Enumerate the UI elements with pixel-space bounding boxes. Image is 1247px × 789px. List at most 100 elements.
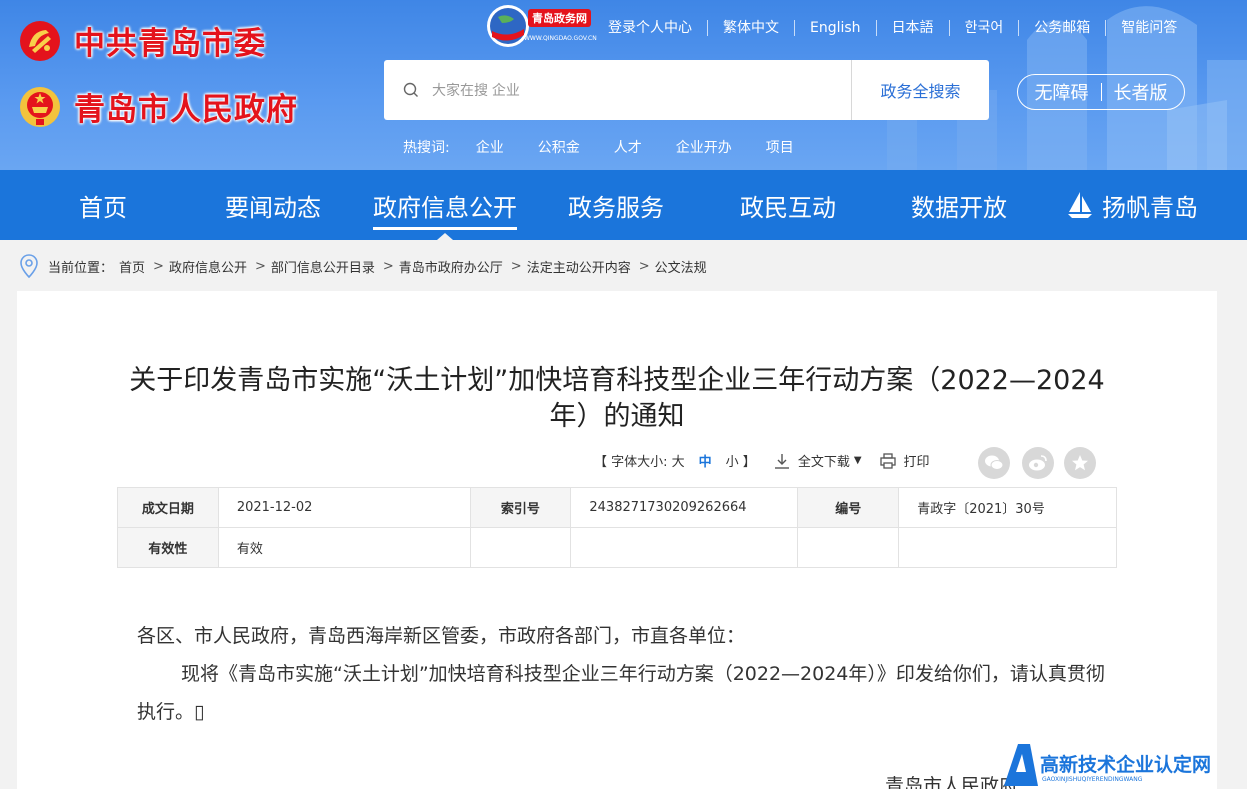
meta-value-index: 2438271730209262664 xyxy=(570,487,799,528)
japanese-link[interactable]: 日本語 xyxy=(875,20,949,36)
breadcrumb-item[interactable]: 法定主动公开内容 xyxy=(527,257,631,276)
nav-item-home[interactable]: 首页 xyxy=(79,170,127,240)
party-committee-title: 中共青岛市委 xyxy=(74,26,266,62)
barrier-free-button[interactable]: 无障碍 xyxy=(1035,79,1089,105)
watermark: 高新技术企业认定网 GAOXINJISHUQIYERENDINGWANG xyxy=(1000,740,1247,789)
meta-label: 编号 xyxy=(797,487,900,528)
city-government-title: 青岛市人民政府 xyxy=(74,92,298,128)
download-icon xyxy=(774,453,789,469)
meta-label: 成文日期 xyxy=(117,487,219,528)
search-button[interactable]: 政务全搜索 xyxy=(851,60,989,120)
nav-item-open-data[interactable]: 数据开放 xyxy=(911,170,1007,240)
nav-item-gov-info[interactable]: 政府信息公开 xyxy=(373,170,517,240)
search-input[interactable] xyxy=(432,76,832,104)
watermark-subtext: GAOXINJISHUQIYERENDINGWANG xyxy=(1042,776,1143,783)
breadcrumb-item[interactable]: 首页 xyxy=(119,257,145,276)
caret-down-icon: ▼ xyxy=(853,455,862,466)
watermark-logo-icon xyxy=(1004,744,1038,786)
document-meta-table: 成文日期 2021-12-02 索引号 2438271730209262664 … xyxy=(117,487,1117,568)
site-logo-url: WWW.QINGDAO.GOV.CN xyxy=(524,35,597,42)
hot-search-item[interactable]: 公积金 xyxy=(538,137,580,157)
table-row: 成文日期 2021-12-02 索引号 2438271730209262664 … xyxy=(117,487,1117,528)
search-box: 政务全搜索 xyxy=(384,60,989,120)
accessibility-pill: 无障碍 长者版 xyxy=(1017,74,1185,110)
location-pin-icon xyxy=(20,254,38,279)
smart-qa-link[interactable]: 智能问答 xyxy=(1105,20,1192,36)
english-link[interactable]: English xyxy=(794,20,876,36)
download-button[interactable]: 全文下载 ▼ xyxy=(774,451,862,470)
national-emblem-icon xyxy=(20,86,60,127)
breadcrumb-separator: > xyxy=(638,258,650,274)
government-brand[interactable]: 青岛市人民政府 xyxy=(18,84,298,129)
globe-logo-icon xyxy=(487,5,529,47)
meta-label: 有效性 xyxy=(117,527,219,568)
share-wechat-button[interactable] xyxy=(978,447,1010,479)
hot-search-item[interactable]: 企业 xyxy=(476,137,504,157)
wechat-icon xyxy=(985,455,1004,470)
breadcrumb-separator: > xyxy=(510,258,522,274)
login-link[interactable]: 登录个人中心 xyxy=(608,20,707,36)
meta-value-validity: 有效 xyxy=(217,527,471,568)
nav-item-services[interactable]: 政务服务 xyxy=(568,170,664,240)
party-emblem-icon xyxy=(20,20,60,61)
official-mail-link[interactable]: 公务邮箱 xyxy=(1018,20,1105,36)
download-label: 全文下载 xyxy=(797,455,850,470)
meta-label: 索引号 xyxy=(469,487,572,528)
article-panel: 关于印发青岛市实施“沃土计划”加快培育科技型企业三年行动方案（2022—2024… xyxy=(17,291,1217,789)
table-row: 有效性 有效 xyxy=(117,527,1117,568)
nav-item-yangfan[interactable]: 扬帆青岛 xyxy=(1066,170,1198,240)
greeting-paragraph: 各区、市人民政府，青岛西海岸新区管委，市政府各部门，市直各单位： xyxy=(137,625,746,647)
meta-empty-cell xyxy=(469,527,572,568)
main-nav: 首页 要闻动态 政府信息公开 政务服务 政民互动 数据开放 扬帆青岛 xyxy=(0,170,1247,240)
breadcrumb-separator: > xyxy=(254,258,266,274)
breadcrumb-item[interactable]: 公文法规 xyxy=(655,257,707,276)
weibo-icon xyxy=(1029,455,1047,471)
party-brand[interactable]: 中共青岛市委 xyxy=(18,18,266,63)
korean-link[interactable]: 한국어 xyxy=(948,20,1019,36)
hot-search-item[interactable]: 项目 xyxy=(766,137,794,157)
star-icon xyxy=(1072,455,1088,471)
print-icon xyxy=(879,452,896,469)
nav-item-interaction[interactable]: 政民互动 xyxy=(740,170,836,240)
breadcrumb: 当前位置： 首页 > 政府信息公开 > 部门信息公开目录 > 青岛市政府办公厅 … xyxy=(18,252,707,280)
site-header: 中共青岛市委 青岛市人民政府 青岛政务网 WWW.QINGDAO.GOV.CN … xyxy=(0,0,1247,170)
meta-empty-cell xyxy=(797,527,900,568)
hot-search-row: 热搜词: 企业 公积金 人才 企业开办 项目 xyxy=(403,137,828,157)
meta-value-date: 2021-12-02 xyxy=(217,487,471,528)
font-size-large[interactable]: 【 字体大小: 大 xyxy=(594,451,685,470)
breadcrumb-separator: > xyxy=(382,258,394,274)
print-label: 打印 xyxy=(903,455,930,470)
site-logo-name: 青岛政务网 xyxy=(528,9,591,27)
watermark-text: 高新技术企业认定网 xyxy=(1040,754,1212,776)
body-paragraph-text: 现将《青岛市实施“沃土计划”加快培育科技型企业三年行动方案（2022—2024年… xyxy=(137,663,1105,723)
meta-value-number: 青政字〔2021〕30号 xyxy=(898,487,1117,528)
nav-item-yangfan-label: 扬帆青岛 xyxy=(1102,193,1198,222)
print-button[interactable]: 打印 xyxy=(879,451,930,470)
hot-search-item[interactable]: 企业开办 xyxy=(676,137,732,157)
font-size-small[interactable]: 小 】 xyxy=(726,451,756,470)
hot-search-label: 热搜词: xyxy=(403,140,450,156)
share-weibo-button[interactable] xyxy=(1022,447,1054,479)
page-title: 关于印发青岛市实施“沃土计划”加快培育科技型企业三年行动方案（2022—2024… xyxy=(129,365,1105,432)
font-size-medium[interactable]: 中 xyxy=(699,451,712,470)
sailboat-icon xyxy=(1068,192,1092,218)
breadcrumb-item[interactable]: 部门信息公开目录 xyxy=(271,257,375,276)
traditional-chinese-link[interactable]: 繁体中文 xyxy=(707,20,794,36)
article-tools: 【 字体大小: 大 中 小 】 全文下载 ▼ 打印 xyxy=(594,451,930,470)
nav-item-news[interactable]: 要闻动态 xyxy=(225,170,321,240)
elder-mode-button[interactable]: 长者版 xyxy=(1114,79,1168,105)
breadcrumb-label: 当前位置： xyxy=(48,260,114,276)
pill-divider xyxy=(1100,83,1102,101)
top-links: 登录个人中心 繁体中文 English 日本語 한국어 公务邮箱 智能问答 xyxy=(608,20,1192,36)
favorite-button[interactable] xyxy=(1064,447,1096,479)
body-paragraph: 现将《青岛市实施“沃土计划”加快培育科技型企业三年行动方案（2022—2024年… xyxy=(137,655,1107,731)
breadcrumb-item[interactable]: 青岛市政府办公厅 xyxy=(399,257,503,276)
meta-empty-cell xyxy=(898,527,1117,568)
search-icon xyxy=(403,82,418,97)
placeholder-glyph: ▯ xyxy=(194,701,205,723)
hot-search-item[interactable]: 人才 xyxy=(614,137,642,157)
article-body: 各区、市人民政府，青岛西海岸新区管委，市政府各部门，市直各单位： 现将《青岛市实… xyxy=(137,617,1107,731)
meta-empty-cell xyxy=(570,527,799,568)
qingdao-gov-logo[interactable]: 青岛政务网 WWW.QINGDAO.GOV.CN xyxy=(484,3,597,49)
breadcrumb-item[interactable]: 政府信息公开 xyxy=(169,257,247,276)
